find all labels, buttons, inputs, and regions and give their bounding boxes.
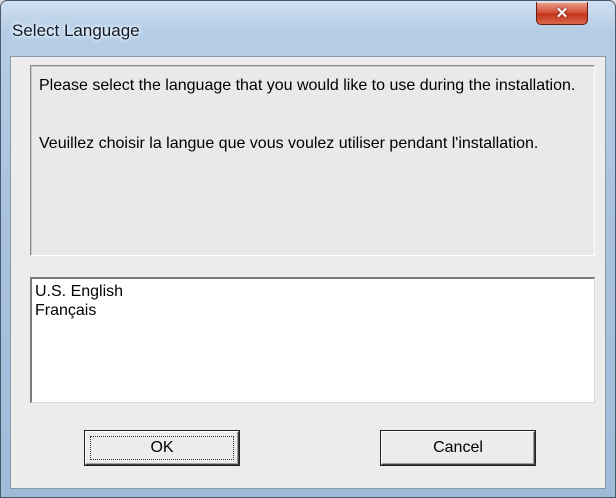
language-option-english[interactable]: U.S. English — [34, 282, 594, 301]
language-option-french[interactable]: Français — [34, 301, 594, 320]
ok-button[interactable]: OK — [85, 431, 239, 465]
language-listbox[interactable]: U.S. English Français — [30, 277, 595, 403]
title-bar[interactable]: Select Language ✕ — [1, 1, 615, 40]
close-icon: ✕ — [555, 4, 569, 22]
instruction-panel: Please select the language that you woul… — [30, 65, 595, 256]
cancel-button[interactable]: Cancel — [381, 431, 535, 465]
dialog-client-area: Please select the language that you woul… — [10, 56, 606, 489]
window-title: Select Language — [12, 21, 140, 40]
instruction-text-french: Veuillez choisir la langue que vous voul… — [39, 135, 539, 152]
select-language-dialog: Select Language ✕ Please select the lang… — [0, 0, 616, 498]
close-button[interactable]: ✕ — [536, 2, 588, 25]
instruction-text-english: Please select the language that you woul… — [39, 77, 576, 94]
